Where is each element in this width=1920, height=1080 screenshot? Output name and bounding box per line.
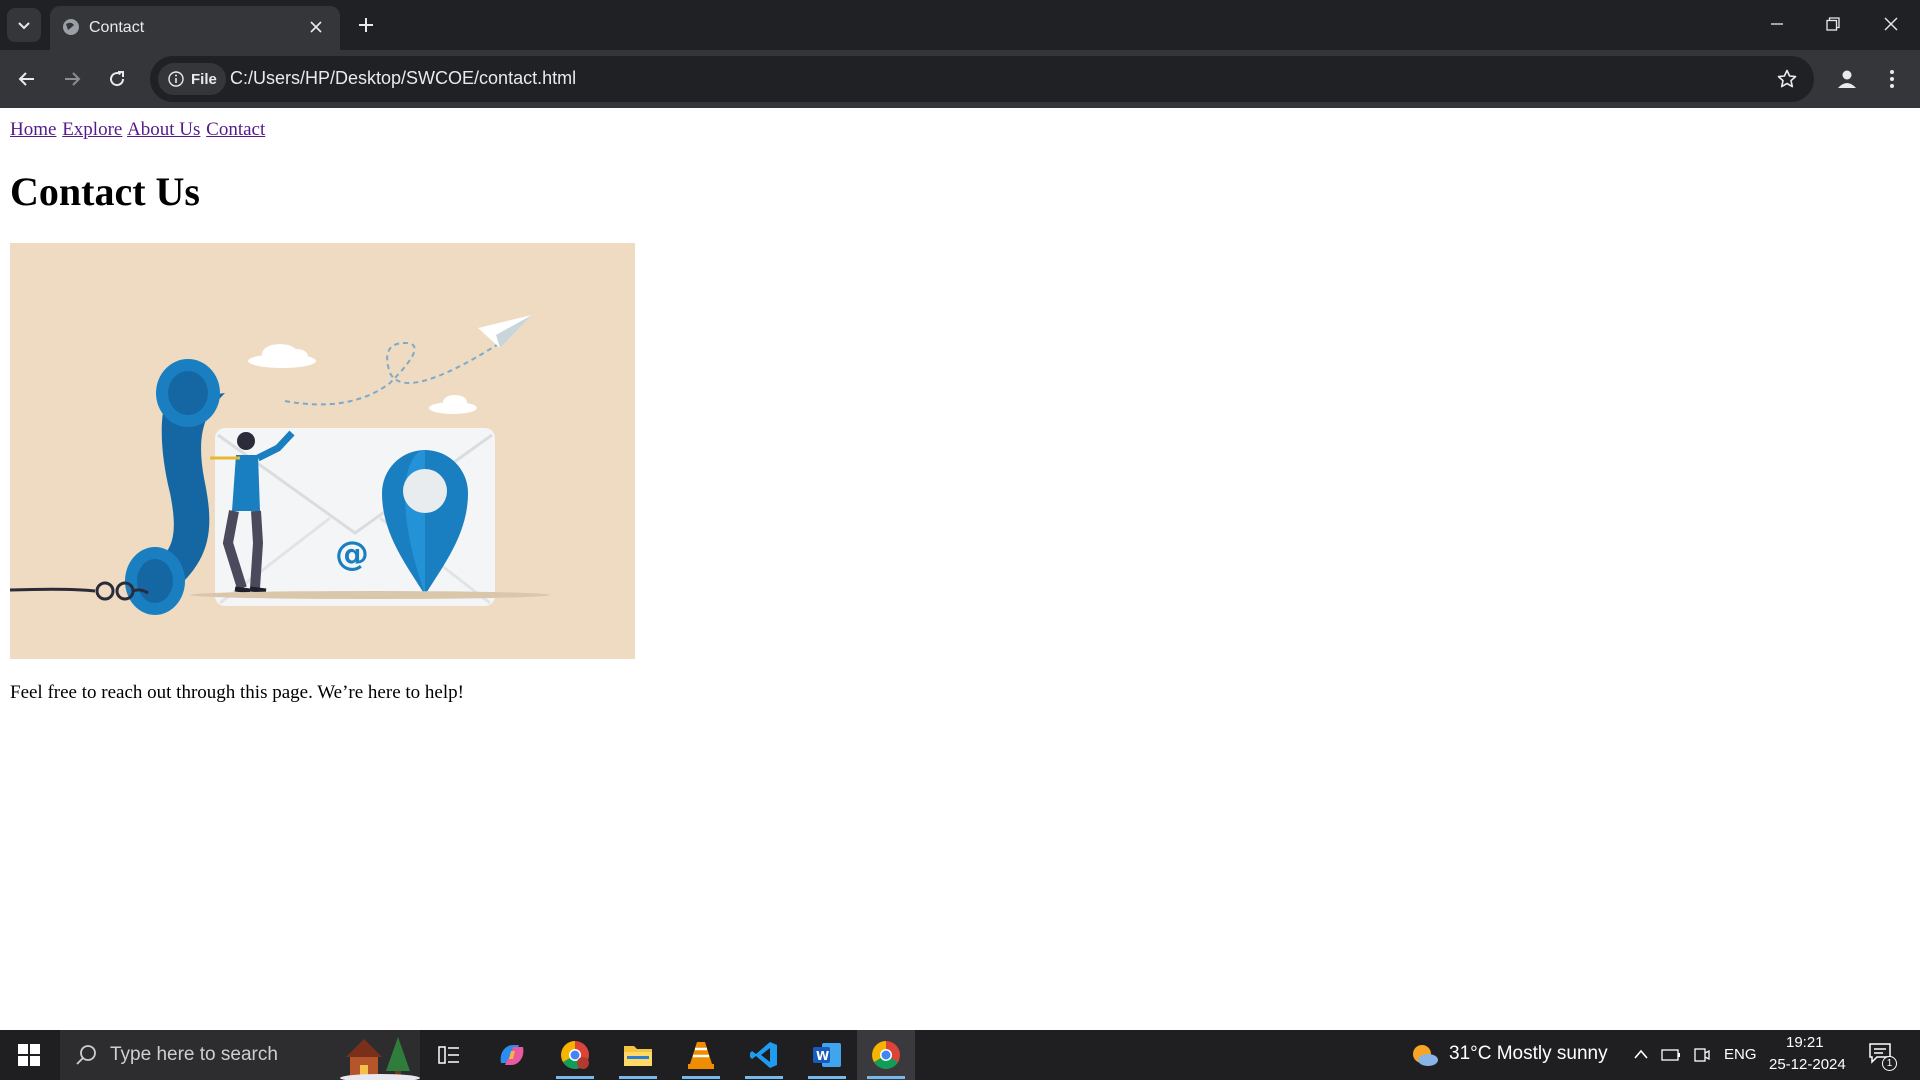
- running-indicator: [556, 1076, 594, 1079]
- nav-link-home[interactable]: Home: [10, 119, 56, 140]
- task-view-icon: [438, 1046, 459, 1064]
- close-tab-icon[interactable]: [306, 17, 326, 37]
- back-button[interactable]: [10, 62, 44, 96]
- forward-button[interactable]: [55, 62, 89, 96]
- restore-button[interactable]: [1810, 6, 1856, 42]
- taskbar-word[interactable]: W: [798, 1030, 856, 1080]
- site-info-label: File: [191, 70, 217, 88]
- address-bar[interactable]: File C:/Users/HP/Desktop/SWCOE/contact.h…: [150, 56, 1814, 102]
- minimize-button[interactable]: [1754, 6, 1800, 42]
- restore-icon: [1826, 17, 1840, 31]
- chevron-up-icon[interactable]: [1633, 1048, 1649, 1060]
- cloud-icon: [248, 344, 477, 414]
- search-icon: [76, 1045, 96, 1065]
- site-nav: Home Explore About Us Contact: [10, 119, 266, 141]
- reload-button[interactable]: [100, 62, 134, 96]
- browser-toolbar: File C:/Users/HP/Desktop/SWCOE/contact.h…: [0, 50, 1920, 108]
- info-icon: [168, 71, 184, 87]
- running-indicator: [619, 1076, 657, 1079]
- clock-time[interactable]: 19:21: [1786, 1034, 1824, 1051]
- running-indicator: [808, 1076, 846, 1079]
- notification-button[interactable]: 1: [1864, 1040, 1900, 1072]
- menu-button[interactable]: [1875, 62, 1909, 96]
- globe-icon: [63, 19, 79, 35]
- taskbar-chrome-profile[interactable]: [546, 1030, 604, 1080]
- chevron-down-icon: [18, 22, 30, 30]
- profile-icon: [1838, 70, 1856, 88]
- taskbar-file-explorer[interactable]: [609, 1030, 667, 1080]
- tab-title: Contact: [89, 19, 145, 36]
- web-page: Home Explore About Us Contact Contact Us: [0, 108, 1920, 1030]
- running-indicator: [867, 1076, 905, 1079]
- nav-link-about-us[interactable]: About Us: [127, 119, 200, 140]
- reload-icon: [110, 71, 125, 87]
- taskbar-chrome[interactable]: [857, 1030, 915, 1080]
- running-indicator: [682, 1076, 720, 1079]
- windows-logo-icon: [18, 1044, 40, 1066]
- weather-icon: [1413, 1045, 1438, 1066]
- arrow-left-icon: [18, 72, 34, 86]
- windows-taskbar: Type here to search W 31°C Mostly sunny: [0, 1030, 1920, 1080]
- paper-plane-icon: [478, 315, 532, 348]
- close-icon: [1884, 17, 1898, 31]
- copilot-icon: [500, 1045, 524, 1065]
- intro-text: Feel free to reach out through this page…: [10, 682, 464, 703]
- tab-strip: Contact: [0, 0, 1920, 50]
- chrome-icon: [872, 1041, 900, 1069]
- arrow-right-icon: [65, 72, 81, 86]
- site-info-chip[interactable]: File: [158, 63, 226, 95]
- bookmark-button[interactable]: [1774, 66, 1800, 92]
- taskbar-vscode[interactable]: [735, 1030, 793, 1080]
- vscode-icon: [750, 1042, 777, 1068]
- kebab-menu-icon: [1890, 70, 1894, 88]
- taskbar-copilot[interactable]: [483, 1030, 541, 1080]
- running-indicator: [745, 1076, 783, 1079]
- phone-icon: [10, 359, 225, 615]
- tab-search-button[interactable]: [7, 8, 41, 42]
- plus-icon: [359, 18, 373, 32]
- contact-illustration: @: [10, 243, 635, 659]
- at-sign-icon: @: [335, 534, 369, 574]
- page-title: Contact Us: [10, 169, 200, 214]
- taskbar-search[interactable]: Type here to search: [60, 1030, 420, 1080]
- star-icon: [1777, 69, 1797, 88]
- battery-icon[interactable]: [1661, 1048, 1681, 1062]
- close-window-button[interactable]: [1868, 6, 1914, 42]
- holiday-decoration-icon: [340, 1037, 420, 1080]
- word-icon: W: [813, 1043, 841, 1067]
- browser-tab[interactable]: Contact: [50, 6, 340, 50]
- clock-date[interactable]: 25-12-2024: [1769, 1056, 1846, 1073]
- new-tab-button[interactable]: [353, 12, 379, 38]
- weather-text[interactable]: 31°C Mostly sunny: [1449, 1043, 1608, 1065]
- search-placeholder: Type here to search: [110, 1044, 278, 1065]
- folder-icon: [624, 1046, 652, 1066]
- svg-text:W: W: [816, 1049, 829, 1063]
- language-indicator[interactable]: ENG: [1724, 1046, 1757, 1063]
- taskbar-task-view[interactable]: [420, 1030, 478, 1080]
- chrome-icon: [561, 1041, 589, 1069]
- nav-link-contact[interactable]: Contact: [206, 119, 265, 140]
- url-text[interactable]: C:/Users/HP/Desktop/SWCOE/contact.html: [230, 68, 576, 89]
- profile-button[interactable]: [1830, 62, 1864, 96]
- contact-illustration-graphic: @: [10, 315, 550, 615]
- vlc-icon: [688, 1042, 714, 1069]
- minimize-icon: [1771, 23, 1783, 25]
- notification-count: 1: [1882, 1056, 1897, 1071]
- start-button[interactable]: [0, 1030, 58, 1080]
- taskbar-vlc[interactable]: [672, 1030, 730, 1080]
- network-icon[interactable]: [1693, 1046, 1711, 1064]
- nav-link-explore[interactable]: Explore: [62, 119, 122, 140]
